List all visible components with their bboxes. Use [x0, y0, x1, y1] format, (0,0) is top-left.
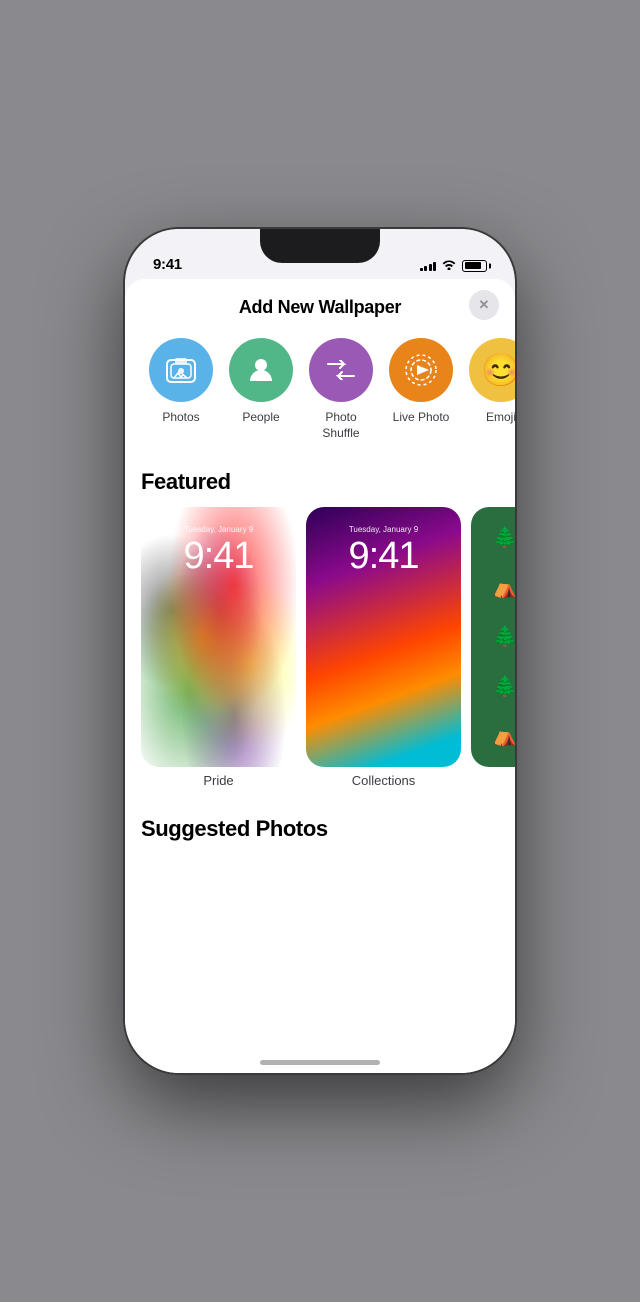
wallpaper-preview-emoji[interactable]: 🌲 ⛺ 🥾 🌲 ⛺ 🌲 🥾 ⛺ 🌲 ⛺ 🥾 [471, 507, 515, 767]
bottom-sheet[interactable]: Add New Wallpaper ✕ [125, 279, 515, 1073]
pride-time: Tuesday, January 9 [141, 525, 296, 534]
emoji-wall-name: Emoji [471, 773, 515, 788]
close-icon: ✕ [479, 298, 490, 311]
wallpaper-preview-collections[interactable]: Tuesday, January 9 9:41 [306, 507, 461, 767]
people-icon-bg [229, 338, 293, 402]
emoji-icon-bg: 😊 [469, 338, 515, 402]
battery-fill [465, 262, 481, 269]
wallpaper-options-row: Photos People [125, 330, 515, 461]
emoji-face: 😊 [481, 351, 515, 389]
photos-label: Photos [162, 410, 199, 426]
suggested-grid: 9:41 Tuesday, January 9 9:41 Tuesday, Ja… [125, 854, 515, 874]
bottom-padding [125, 874, 515, 934]
wallpaper-option-photos[interactable]: Photos [141, 338, 221, 441]
wallpaper-preview-pride[interactable]: Tuesday, January 9 9:41 [141, 507, 296, 767]
photo-shuffle-label: Photo Shuffle [322, 410, 359, 441]
wallpaper-option-emoji[interactable]: 😊 Emoji [461, 338, 515, 441]
signal-bar-1 [420, 268, 423, 271]
status-icons [420, 258, 488, 273]
live-photo-label: Live Photo [393, 410, 450, 426]
wallpaper-card-emoji[interactable]: 🌲 ⛺ 🥾 🌲 ⛺ 🌲 🥾 ⛺ 🌲 ⛺ 🥾 [471, 507, 515, 788]
phone-frame: 9:41 [125, 229, 515, 1073]
collections-name: Collections [306, 773, 461, 788]
signal-bars-icon [420, 260, 437, 271]
wallpaper-card-pride[interactable]: Tuesday, January 9 9:41 Pride [141, 507, 296, 788]
suggested-section-header: Suggested Photos [125, 808, 515, 854]
photos-icon-bg [149, 338, 213, 402]
live-photo-icon-bg [389, 338, 453, 402]
featured-section-header: Featured [125, 461, 515, 507]
close-button[interactable]: ✕ [469, 290, 499, 320]
pride-clock: 9:41 [141, 535, 296, 578]
sheet-title: Add New Wallpaper [239, 297, 401, 318]
featured-grid: Tuesday, January 9 9:41 Pride Tuesday, J… [125, 507, 515, 808]
pride-name: Pride [141, 773, 296, 788]
wallpaper-option-live-photo[interactable]: Live Photo [381, 338, 461, 441]
content-area: Add New Wallpaper ✕ [125, 279, 515, 1073]
collections-clock: 9:41 [306, 535, 461, 578]
signal-bar-3 [429, 264, 432, 271]
emoji-option-label: Emoji [486, 410, 515, 426]
signal-bar-2 [424, 266, 427, 271]
signal-bar-4 [433, 262, 436, 271]
wallpaper-card-collections[interactable]: Tuesday, January 9 9:41 Collections [306, 507, 461, 788]
photo-shuffle-icon-bg [309, 338, 373, 402]
phone-screen: 9:41 [125, 229, 515, 1073]
collections-time: Tuesday, January 9 [306, 525, 461, 534]
people-label: People [242, 410, 279, 426]
home-indicator [260, 1060, 380, 1065]
wallpaper-option-people[interactable]: People [221, 338, 301, 441]
sheet-header: Add New Wallpaper ✕ [125, 279, 515, 330]
status-time: 9:41 [153, 256, 182, 273]
battery-icon [462, 260, 487, 272]
wifi-icon [441, 258, 457, 273]
notch [260, 229, 380, 263]
emoji-wall-clock: 9:41 [471, 535, 515, 578]
wallpaper-option-photo-shuffle[interactable]: Photo Shuffle [301, 338, 381, 441]
